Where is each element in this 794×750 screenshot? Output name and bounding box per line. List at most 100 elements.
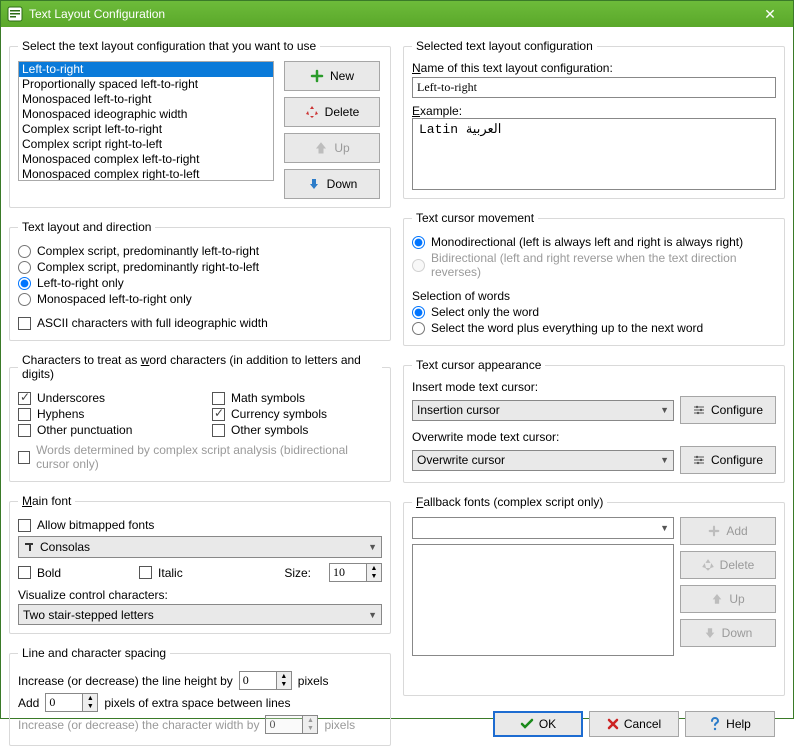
app-icon <box>7 6 23 22</box>
add-spacing-label: Add <box>18 696 39 710</box>
font-icon <box>23 541 35 553</box>
name-input[interactable] <box>412 77 776 98</box>
fallback-add-button[interactable]: Add <box>680 517 776 545</box>
fallback-font-list[interactable] <box>412 544 674 656</box>
content-area: Select the text layout configuration tha… <box>1 27 793 750</box>
list-item[interactable]: Monospaced left-to-right <box>19 92 273 107</box>
check-other-punct[interactable]: Other punctuation <box>18 423 188 437</box>
window-title: Text Layout Configuration <box>29 7 753 21</box>
chevron-down-icon: ▼ <box>660 523 669 533</box>
arrow-up-icon <box>711 593 723 605</box>
main-font-legend: Main font <box>18 494 75 508</box>
check-ascii-ideographic[interactable]: ASCII characters with full ideographic w… <box>18 316 382 330</box>
list-item[interactable]: Monospaced ideographic width <box>19 107 273 122</box>
check-other-sym[interactable]: Other symbols <box>212 423 382 437</box>
fallback-down-button[interactable]: Down <box>680 619 776 647</box>
check-hyphens[interactable]: Hyphens <box>18 407 188 421</box>
radio-bidirectional: Bidirectional (left and right reverse wh… <box>412 251 776 279</box>
line-height-spinner[interactable]: ▲▼ <box>239 671 292 690</box>
char-width-label: Increase (or decrease) the character wid… <box>18 718 259 732</box>
list-item[interactable]: Complex script left-to-right <box>19 122 273 137</box>
check-underscores[interactable]: Underscores <box>18 391 188 405</box>
fallback-font-select[interactable]: ▼ <box>412 517 674 539</box>
spacing-group: Line and character spacing Increase (or … <box>9 646 391 746</box>
radio-select-word[interactable]: Select only the word <box>412 305 776 319</box>
delete-button[interactable]: Delete <box>284 97 380 127</box>
list-item[interactable]: Complex script right-to-left <box>19 137 273 152</box>
recycle-icon <box>702 559 714 571</box>
select-config-group: Select the text layout configuration tha… <box>9 39 391 208</box>
dialog-buttons: OK Cancel Help <box>403 702 785 746</box>
spacing-legend: Line and character spacing <box>18 646 170 660</box>
radio-monodirectional[interactable]: Monodirectional (left is always left and… <box>412 235 776 249</box>
fallback-up-button[interactable]: Up <box>680 585 776 613</box>
check-math[interactable]: Math symbols <box>212 391 382 405</box>
cursor-appearance-group: Text cursor appearance Insert mode text … <box>403 358 785 483</box>
selected-config-group: Selected text layout configuration Name … <box>403 39 785 199</box>
font-select[interactable]: Consolas ▼ <box>18 536 382 558</box>
overwrite-cursor-select[interactable]: Overwrite cursor▼ <box>412 450 674 471</box>
titlebar: Text Layout Configuration ✕ <box>1 1 793 27</box>
chevron-down-icon: ▼ <box>368 542 377 552</box>
configure-overwrite-button[interactable]: Configure <box>680 446 776 474</box>
sliders-icon <box>693 404 705 416</box>
word-chars-group: Characters to treat as word characters (… <box>9 353 391 482</box>
insert-cursor-select[interactable]: Insertion cursor▼ <box>412 400 674 421</box>
cancel-button[interactable]: Cancel <box>589 711 679 737</box>
fallback-fonts-legend: Fallback fonts (complex script only) <box>412 495 607 509</box>
check-italic[interactable]: Italic <box>139 566 183 580</box>
recycle-icon <box>305 105 319 119</box>
fallback-fonts-group: Fallback fonts (complex script only) ▼ A… <box>403 495 785 696</box>
arrow-up-icon <box>314 141 328 155</box>
cursor-movement-group: Text cursor movement Monodirectional (le… <box>403 211 785 346</box>
visualize-label: Visualize control characters: <box>18 588 382 602</box>
plus-icon <box>708 525 720 537</box>
check-currency[interactable]: Currency symbols <box>212 407 382 421</box>
ok-button[interactable]: OK <box>493 711 583 737</box>
visualize-select[interactable]: Two stair-stepped letters▼ <box>18 604 382 625</box>
radio-ltr-only[interactable]: Left-to-right only <box>18 276 382 290</box>
radio-mono-ltr[interactable]: Monospaced left-to-right only <box>18 292 382 306</box>
cursor-appearance-legend: Text cursor appearance <box>412 358 545 372</box>
chevron-down-icon: ▼ <box>368 610 377 620</box>
size-spinner[interactable]: ▲▼ <box>329 563 382 582</box>
char-width-spinner: ▲▼ <box>265 715 318 734</box>
list-item[interactable]: Proportionally spaced left-to-right <box>19 77 273 92</box>
check-icon <box>520 717 534 731</box>
radio-complex-rtl[interactable]: Complex script, predominantly right-to-l… <box>18 260 382 274</box>
chevron-down-icon: ▼ <box>660 455 669 465</box>
list-item[interactable]: Monospaced complex right-to-left <box>19 167 273 181</box>
list-item[interactable]: Monospaced complex left-to-right <box>19 152 273 167</box>
radio-complex-ltr[interactable]: Complex script, predominantly left-to-ri… <box>18 244 382 258</box>
overwrite-cursor-label: Overwrite mode text cursor: <box>412 430 776 444</box>
selection-words-label: Selection of words <box>412 289 776 303</box>
chevron-down-icon: ▼ <box>660 405 669 415</box>
configure-insert-button[interactable]: Configure <box>680 396 776 424</box>
check-bold[interactable]: Bold <box>18 566 61 580</box>
example-label: Example: <box>412 104 776 118</box>
help-button[interactable]: Help <box>685 711 775 737</box>
fallback-delete-button[interactable]: Delete <box>680 551 776 579</box>
x-icon <box>607 718 619 730</box>
add-spacing-spinner[interactable]: ▲▼ <box>45 693 98 712</box>
new-button[interactable]: New <box>284 61 380 91</box>
layout-direction-group: Text layout and direction Complex script… <box>9 220 391 341</box>
list-item[interactable]: Left-to-right <box>19 62 273 77</box>
selected-config-legend: Selected text layout configuration <box>412 39 597 53</box>
select-config-legend: Select the text layout configuration tha… <box>18 39 320 53</box>
up-button[interactable]: Up <box>284 133 380 163</box>
arrow-down-icon <box>307 177 321 191</box>
check-complex-words: Words determined by complex script analy… <box>18 443 382 471</box>
down-button[interactable]: Down <box>284 169 380 199</box>
question-icon <box>709 717 721 731</box>
close-button[interactable]: ✕ <box>753 1 787 27</box>
left-column: Select the text layout configuration tha… <box>9 33 391 746</box>
config-listbox[interactable]: Left-to-right Proportionally spaced left… <box>18 61 274 181</box>
layout-direction-legend: Text layout and direction <box>18 220 155 234</box>
radio-select-word-plus[interactable]: Select the word plus everything up to th… <box>412 321 776 335</box>
example-box[interactable]: Latin العربية <box>412 118 776 190</box>
check-allow-bitmap[interactable]: Allow bitmapped fonts <box>18 518 382 532</box>
main-font-group: Main font Allow bitmapped fonts Consolas… <box>9 494 391 634</box>
right-column: Selected text layout configuration Name … <box>403 33 785 746</box>
dialog-window: Text Layout Configuration ✕ Select the t… <box>0 0 794 719</box>
